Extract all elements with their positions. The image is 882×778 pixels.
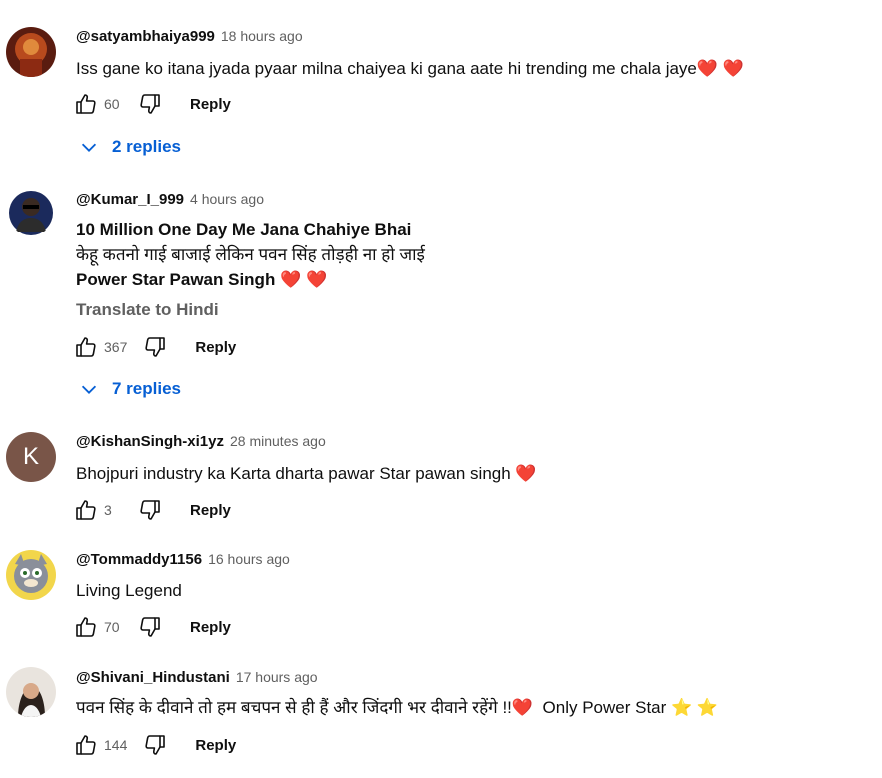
like-count: 367 [104, 339, 128, 355]
like-button[interactable] [72, 613, 100, 641]
like-button[interactable] [72, 90, 100, 118]
dislike-button[interactable] [136, 90, 164, 118]
avatar[interactable]: K [6, 432, 56, 482]
avatar[interactable] [8, 190, 54, 236]
chevron-down-icon [81, 385, 97, 394]
comment-text: Living Legend [76, 581, 182, 600]
thumbs-up-icon [76, 500, 96, 520]
thumbs-down-icon [140, 94, 160, 114]
comment-text: Bhojpuri industry ka Karta dharta pawar … [76, 464, 537, 483]
comment-time[interactable]: 16 hours ago [208, 551, 290, 567]
heart-emoji: ❤️ ❤️ [280, 270, 328, 289]
comment-text-line: केहू कतनो गाई बाजाई लेकिन पवन सिंह तोड़ह… [76, 245, 425, 264]
comment-time[interactable]: 18 hours ago [221, 28, 303, 44]
thumbs-down-icon [140, 500, 160, 520]
thumbs-up-icon [76, 94, 96, 114]
like-button[interactable] [72, 333, 100, 361]
like-count: 144 [104, 737, 128, 753]
comment-author[interactable]: @KishanSingh-xi1yz [76, 433, 224, 450]
comment-author[interactable]: @satyambhaiya999 [76, 28, 215, 45]
like-button[interactable] [72, 496, 100, 524]
heart-emoji: ❤️ [511, 698, 534, 717]
comment-time[interactable]: 17 hours ago [236, 669, 318, 685]
thumbs-down-icon [140, 617, 160, 637]
dislike-button[interactable] [136, 613, 164, 641]
comment-text-line: 10 Million One Day Me Jana Chahiye Bhai [76, 220, 412, 239]
comment-author[interactable]: @Kumar_I_999 [76, 191, 184, 208]
thumbs-down-icon [145, 337, 166, 357]
reply-button[interactable]: Reply [190, 619, 231, 636]
like-count: 60 [104, 96, 120, 112]
reply-button[interactable]: Reply [190, 96, 231, 113]
avatar[interactable] [6, 667, 56, 717]
comment-text-line: Power Star Pawan Singh ❤️ ❤️ [76, 270, 328, 289]
like-count: 70 [104, 619, 120, 635]
thumbs-down-icon [145, 735, 166, 755]
like-button[interactable] [72, 731, 100, 759]
thumbs-up-icon [76, 337, 96, 357]
reply-button[interactable]: Reply [195, 737, 236, 754]
translate-link[interactable]: Translate to Hindi [76, 297, 219, 322]
thumbs-up-icon [76, 735, 96, 755]
heart-emoji: ❤️ ❤️ [696, 59, 744, 78]
reply-button[interactable]: Reply [195, 339, 236, 356]
comment-text: Iss gane ko itana jyada pyaar milna chai… [76, 59, 744, 78]
heart-emoji: ❤️ [515, 464, 537, 483]
dislike-button[interactable] [141, 731, 169, 759]
comment-time[interactable]: 28 minutes ago [230, 433, 326, 449]
thumbs-up-icon [76, 617, 96, 637]
chevron-down-icon [81, 143, 97, 152]
reply-button[interactable]: Reply [190, 502, 231, 519]
comment-text: पवन सिंह के दीवाने तो हम बचपन से ही हैं … [76, 698, 719, 717]
avatar[interactable] [6, 550, 56, 600]
dislike-button[interactable] [136, 496, 164, 524]
dislike-button[interactable] [141, 333, 169, 361]
view-replies-button[interactable]: 7 replies [78, 378, 181, 400]
comment-author[interactable]: @Tommaddy1156 [76, 551, 202, 568]
comment-time[interactable]: 4 hours ago [190, 191, 264, 207]
avatar-letter: K [22, 443, 39, 470]
comment-author[interactable]: @Shivani_Hindustani [76, 669, 230, 686]
avatar[interactable] [6, 27, 56, 77]
like-count: 3 [104, 502, 112, 518]
view-replies-button[interactable]: 2 replies [78, 136, 181, 158]
star-emoji: ⭐ ⭐ [671, 698, 719, 717]
